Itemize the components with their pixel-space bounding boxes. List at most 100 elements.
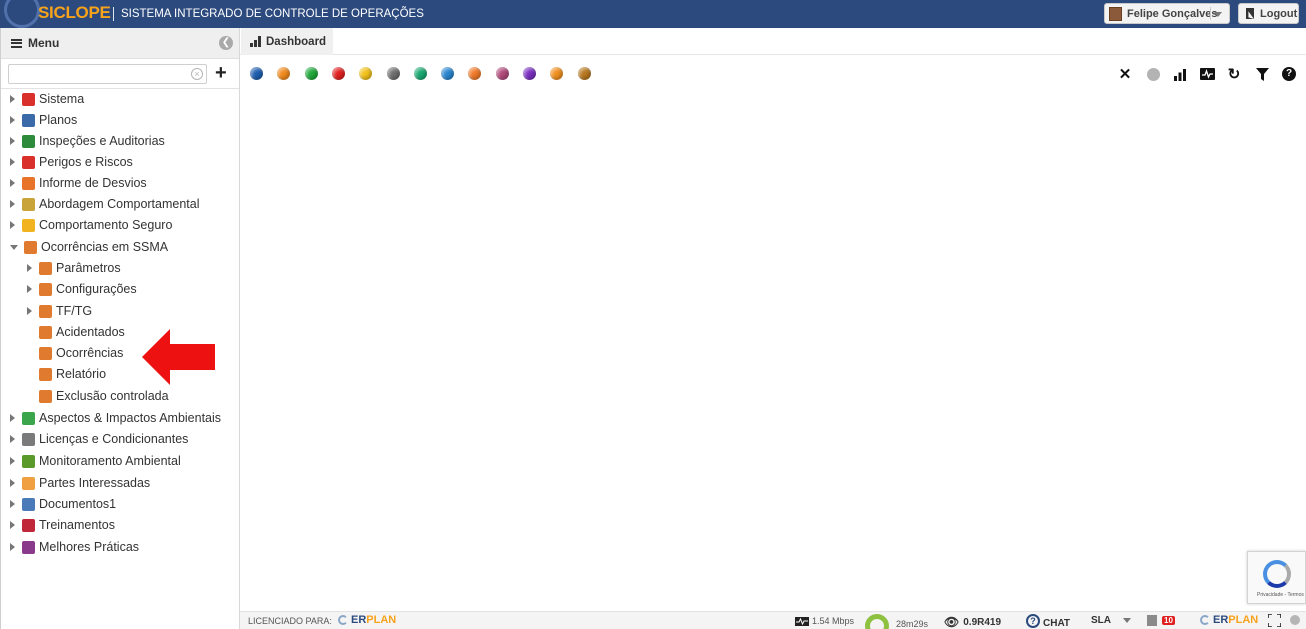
user-menu-button[interactable]: Felipe Gonçalves [1104, 3, 1230, 24]
sidebar-item-relat-rio[interactable]: Relatório [27, 364, 106, 384]
filter-icon[interactable] [1254, 66, 1270, 82]
tab-bar: Dashboard [240, 28, 1306, 55]
sla-dropdown[interactable]: SLA [1091, 615, 1131, 626]
licensee-logo: ER PLAN [338, 614, 396, 626]
collapse-sidebar-icon[interactable]: ❮ [219, 36, 233, 50]
clear-search-icon[interactable]: × [191, 68, 203, 80]
chevron-down-icon[interactable] [1214, 12, 1222, 17]
chevron-right-icon[interactable] [10, 200, 15, 208]
sidebar-item-licen-as-e-condicionantes[interactable]: Licenças e Condicionantes [10, 429, 188, 449]
notifications[interactable]: 10 [1147, 615, 1175, 626]
sidebar-item-perigos-e-riscos[interactable]: Perigos e Riscos [10, 152, 133, 172]
document-icon [22, 497, 35, 511]
megaphone-icon [22, 176, 35, 190]
sidebar-item-inspe-es-e-auditorias[interactable]: Inspeções e Auditorias [10, 131, 165, 151]
color-filter-dot[interactable] [577, 67, 591, 80]
add-icon[interactable]: + [215, 63, 227, 83]
color-filter-dot[interactable] [468, 67, 482, 80]
warning-icon [22, 155, 35, 169]
sidebar-item-tf-tg[interactable]: TF/TG [27, 301, 92, 321]
close-icon[interactable]: ✕ [1117, 66, 1133, 83]
color-filter-dot[interactable] [304, 67, 318, 80]
chevron-right-icon[interactable] [10, 543, 15, 551]
sidebar-item-label: Documentos1 [39, 497, 117, 511]
sidebar-header: Menu ❮ [1, 28, 239, 59]
chevron-right-icon[interactable] [27, 264, 32, 272]
plan-icon [22, 113, 35, 127]
session-timer: 28m29s [865, 608, 928, 629]
sidebar-item-comportamento-seguro[interactable]: Comportamento Seguro [10, 215, 172, 235]
logo-divider [113, 7, 114, 21]
chevron-right-icon[interactable] [27, 285, 32, 293]
recaptcha-logo-icon [1263, 560, 1291, 588]
sidebar-title: Menu [28, 36, 60, 50]
chevron-right-icon[interactable] [10, 435, 15, 443]
sidebar-item-sistema[interactable]: Sistema [10, 89, 84, 109]
sidebar-item-aspectos-impactos-ambientais[interactable]: Aspectos & Impactos Ambientais [10, 408, 221, 428]
color-filter-dot[interactable] [277, 67, 291, 80]
chevron-right-icon[interactable] [10, 95, 15, 103]
color-filter-dot[interactable] [386, 67, 400, 80]
sidebar-item-ocorr-ncias-em-ssma[interactable]: Ocorrências em SSMA [10, 237, 168, 257]
recaptcha-badge[interactable]: Privacidade - Termos [1247, 551, 1306, 604]
sidebar-item-monitoramento-ambiental[interactable]: Monitoramento Ambiental [10, 451, 181, 471]
chevron-right-icon[interactable] [10, 500, 15, 508]
sidebar-item-melhores-pr-ticas[interactable]: Melhores Práticas [10, 537, 139, 557]
chevron-down-icon[interactable] [10, 244, 18, 250]
sidebar-item-label: Informe de Desvios [39, 176, 147, 190]
color-filter-dot[interactable] [495, 67, 509, 80]
sidebar-item-configura-es[interactable]: Configurações [27, 279, 137, 299]
chevron-right-icon[interactable] [10, 158, 15, 166]
chevron-right-icon[interactable] [10, 479, 15, 487]
color-filter-dot[interactable] [441, 67, 455, 80]
sidebar-item-exclus-o-controlada[interactable]: Exclusão controlada [27, 386, 169, 406]
chevron-down-icon [1123, 618, 1131, 623]
hamburger-icon[interactable] [11, 38, 22, 48]
chevron-right-icon[interactable] [27, 307, 32, 315]
color-filter-dot[interactable] [523, 67, 536, 80]
sidebar-item-label: Ocorrências em SSMA [41, 240, 169, 254]
sidebar-item-label: TF/TG [56, 304, 93, 318]
pulse-icon[interactable] [1199, 66, 1215, 82]
sidebar-item-label: Configurações [56, 282, 137, 296]
sidebar-item-par-metros[interactable]: Parâmetros [27, 258, 121, 278]
app-logo[interactable]: SICLOPE [38, 3, 111, 23]
recaptcha-terms[interactable]: Privacidade - Termos [1257, 592, 1304, 598]
sidebar-item-documentos1[interactable]: Documentos1 [10, 494, 116, 514]
connection-speed: 1.54 Mbps [795, 616, 854, 626]
chevron-right-icon[interactable] [10, 457, 15, 465]
logout-button[interactable]: Logout [1238, 3, 1299, 24]
color-filter-dot[interactable] [359, 67, 373, 80]
hospital-icon [39, 325, 52, 339]
sidebar-item-label: Monitoramento Ambiental [39, 454, 181, 468]
color-filter-dot[interactable] [331, 67, 345, 80]
menu-search-input[interactable] [8, 64, 207, 84]
chevron-right-icon[interactable] [10, 221, 15, 229]
color-filter-dot[interactable] [250, 67, 263, 80]
bar-chart-icon[interactable] [1172, 66, 1188, 82]
refresh-icon[interactable]: ↻ [1226, 66, 1242, 83]
sidebar-item-label: Relatório [56, 367, 107, 381]
tree-icon [22, 454, 35, 468]
tab-dashboard[interactable]: Dashboard [241, 28, 333, 55]
sidebar-item-partes-interessadas[interactable]: Partes Interessadas [10, 473, 150, 493]
chevron-right-icon[interactable] [10, 116, 15, 124]
fullscreen-icon[interactable] [1268, 614, 1281, 627]
sidebar-item-abordagem-comportamental[interactable]: Abordagem Comportamental [10, 194, 200, 214]
circle-icon[interactable] [1145, 66, 1161, 82]
chevron-right-icon[interactable] [10, 414, 15, 422]
chevron-right-icon[interactable] [10, 137, 15, 145]
chevron-right-icon[interactable] [10, 179, 15, 187]
help-icon[interactable]: ? [1281, 66, 1297, 82]
sidebar-item-treinamentos[interactable]: Treinamentos [10, 515, 115, 535]
color-filter-dot[interactable] [550, 67, 564, 80]
sidebar-item-planos[interactable]: Planos [10, 110, 77, 130]
top-bar: SICLOPE SISTEMA INTEGRADO DE CONTROLE DE… [0, 0, 1306, 28]
color-filter-dot[interactable] [413, 67, 427, 80]
chevron-right-icon[interactable] [10, 521, 15, 529]
sidebar-item-acidentados[interactable]: Acidentados [27, 322, 125, 342]
chat-button[interactable]: ? CHAT [1026, 614, 1070, 629]
sidebar-item-ocorr-ncias[interactable]: Ocorrências [27, 343, 123, 363]
sidebar-item-informe-de-desvios[interactable]: Informe de Desvios [10, 173, 147, 193]
erplan-logo-icon [338, 615, 348, 625]
